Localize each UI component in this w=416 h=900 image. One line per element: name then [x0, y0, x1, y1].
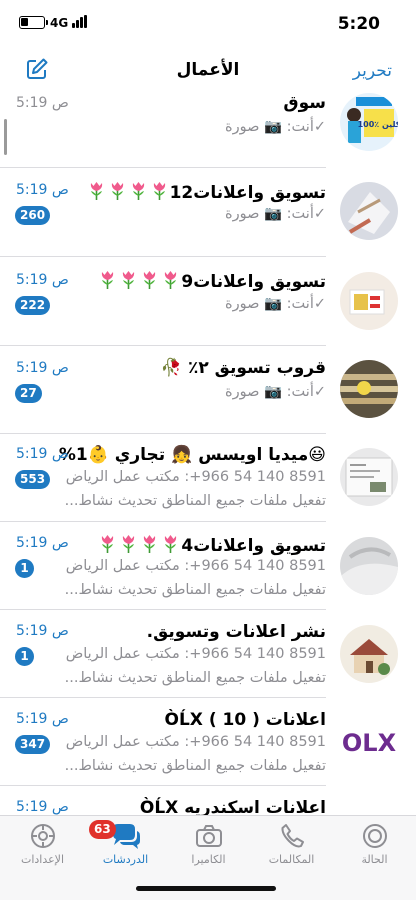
tulip-icon: [102, 271, 114, 289]
chat-time: 5:19 ص: [16, 182, 69, 198]
tab-chats[interactable]: الدردشات 63: [84, 820, 167, 882]
chat-avatar: [340, 272, 398, 330]
chat-row[interactable]: 😃ميديا اويسس 👧 تجاري 👶1% 5:19 ص 8591 140…: [0, 434, 416, 522]
tulip-icon: [144, 535, 156, 553]
tab-label: الإعدادات: [20, 853, 65, 866]
tab-calls[interactable]: المكالمات: [250, 822, 333, 882]
camera-icon: [195, 825, 222, 847]
tab-camera[interactable]: الكاميرا: [167, 822, 250, 882]
status-bar: 4G 5:20: [0, 0, 416, 48]
unread-badge: 260: [15, 206, 51, 225]
network-type: 4G: [50, 16, 69, 30]
chat-title: تسويق واعلانات12: [86, 181, 326, 203]
chat-row[interactable]: اعلانات اسكندريه ÒĹX 5:19 ص: [0, 786, 416, 815]
chat-last-message-line2: تفعيل ملفات جميع المناطق تحديث نشاط...: [64, 493, 326, 509]
chat-row[interactable]: 100٪ كلين سوق 5:19 ص ✓أنت: 📷 صورة: [0, 93, 416, 168]
chat-avatar: [340, 448, 398, 506]
phone-icon: [280, 824, 304, 848]
tab-label: الكاميرا: [191, 853, 226, 866]
chat-list[interactable]: 100٪ كلين سوق 5:19 ص ✓أنت: 📷 صورة تسويق …: [0, 93, 416, 815]
chat-row[interactable]: OLX اعلانات ( 10 ) ÒĹX 5:19 ص 8591 140 5…: [0, 698, 416, 786]
chat-last-message: 8591 140 54 966+: مكتب عمل الرياض: [65, 558, 326, 574]
tulip-icon: [153, 182, 165, 200]
chat-avatar: [340, 360, 398, 418]
chat-avatar: 100٪ كلين: [340, 93, 398, 151]
tulip-icon: [132, 182, 144, 200]
edit-button[interactable]: تحرير: [353, 61, 392, 81]
tulip-icon: [165, 271, 177, 289]
chat-row[interactable]: قروب تسويق ٢٪ 🥀 5:19 ص ✓أنت: 📷 صورة 27: [0, 346, 416, 434]
tulip-icon: [123, 271, 135, 289]
nav-bar: الأعمال تحرير: [0, 48, 416, 93]
tab-label: المكالمات: [268, 853, 315, 866]
chat-avatar: [340, 625, 398, 683]
unread-badge: 27: [15, 384, 42, 403]
unread-badge: 1: [15, 647, 34, 666]
chat-title: قروب تسويق ٢٪ 🥀: [160, 358, 326, 378]
unread-badge: 222: [15, 296, 51, 315]
chat-last-message: ✓أنت: 📷 صورة: [224, 119, 326, 135]
chat-title: سوق: [283, 93, 326, 113]
chat-title: تسويق واعلانات9: [97, 270, 326, 292]
tulip-icon: [165, 535, 177, 553]
chat-last-message: ✓أنت: 📷 صورة: [224, 384, 326, 400]
svg-text:100٪ كلين: 100٪ كلين: [358, 120, 398, 129]
tab-label: الحالة: [361, 853, 388, 866]
chat-time: 5:19 ص: [16, 95, 69, 111]
chats-unread-badge: 63: [89, 820, 116, 839]
tab-settings[interactable]: الإعدادات: [1, 822, 84, 882]
chat-last-message: 8591 140 54 966+: مكتب عمل الرياض: [65, 469, 326, 485]
tab-status[interactable]: الحالة: [333, 822, 416, 882]
tab-label: الدردشات: [102, 853, 149, 866]
unread-badge: 347: [15, 735, 51, 754]
chat-avatar: [340, 182, 398, 240]
chat-last-message: ✓أنت: 📷 صورة: [224, 296, 326, 312]
chat-time: 5:19 ص: [16, 711, 69, 727]
chat-last-message: 8591 140 54 966+: مكتب عمل الرياض: [65, 646, 326, 662]
chat-time: 5:19 ص: [16, 446, 69, 462]
olx-logo: OLX: [340, 713, 398, 771]
chat-row[interactable]: نشر اعلانات وتسويق. 5:19 ص 8591 140 54 9…: [0, 610, 416, 698]
chat-avatar: [340, 537, 398, 595]
tulip-icon: [111, 182, 123, 200]
chat-title: نشر اعلانات وتسويق.: [146, 622, 326, 642]
chat-title: 😃ميديا اويسس 👧 تجاري 👶1%: [58, 445, 326, 465]
signal-icon: [72, 15, 90, 28]
chat-last-message-line2: تفعيل ملفات جميع المناطق تحديث نشاط...: [64, 670, 326, 686]
chat-last-message: 8591 140 54 966+: مكتب عمل الرياض: [65, 734, 326, 750]
tulip-icon: [90, 182, 102, 200]
svg-text:OLX: OLX: [342, 729, 397, 757]
chat-row[interactable]: تسويق واعلانات4 5:19 ص 8591 140 54 966+:…: [0, 522, 416, 610]
battery-icon: [19, 16, 48, 29]
chat-row[interactable]: تسويق واعلانات12 5:19 ص ✓أنت: 📷 صورة 260: [0, 168, 416, 257]
tulip-icon: [102, 535, 114, 553]
gear-icon: [30, 824, 55, 848]
chat-last-message: ✓أنت: 📷 صورة: [224, 206, 326, 222]
clock: 5:20: [337, 14, 380, 34]
chat-title: اعلانات اسكندريه ÒĹX: [139, 798, 326, 815]
tab-bar: الحالة المكالمات الكاميرا الدردشات 63 ال…: [0, 815, 416, 900]
chat-title: اعلانات ( 10 ) ÒĹX: [164, 710, 327, 730]
chat-time: 5:19 ص: [16, 623, 69, 639]
chat-time: 5:19 ص: [16, 535, 69, 551]
tulip-icon: [123, 535, 135, 553]
chat-row[interactable]: تسويق واعلانات9 5:19 ص ✓أنت: 📷 صورة 222: [0, 257, 416, 346]
chat-title: تسويق واعلانات4: [97, 534, 326, 556]
chat-last-message-line2: تفعيل ملفات جميع المناطق تحديث نشاط...: [64, 582, 326, 598]
chat-last-message-line2: تفعيل ملفات جميع المناطق تحديث نشاط...: [64, 758, 326, 774]
unread-badge: 1: [15, 559, 34, 578]
chat-time: 5:19 ص: [16, 360, 69, 376]
unread-badge: 553: [15, 470, 51, 489]
status-icon: [362, 824, 387, 848]
tulip-icon: [144, 271, 156, 289]
home-indicator[interactable]: [136, 886, 276, 891]
chat-time: 5:19 ص: [16, 272, 69, 288]
chat-time: 5:19 ص: [16, 799, 69, 815]
